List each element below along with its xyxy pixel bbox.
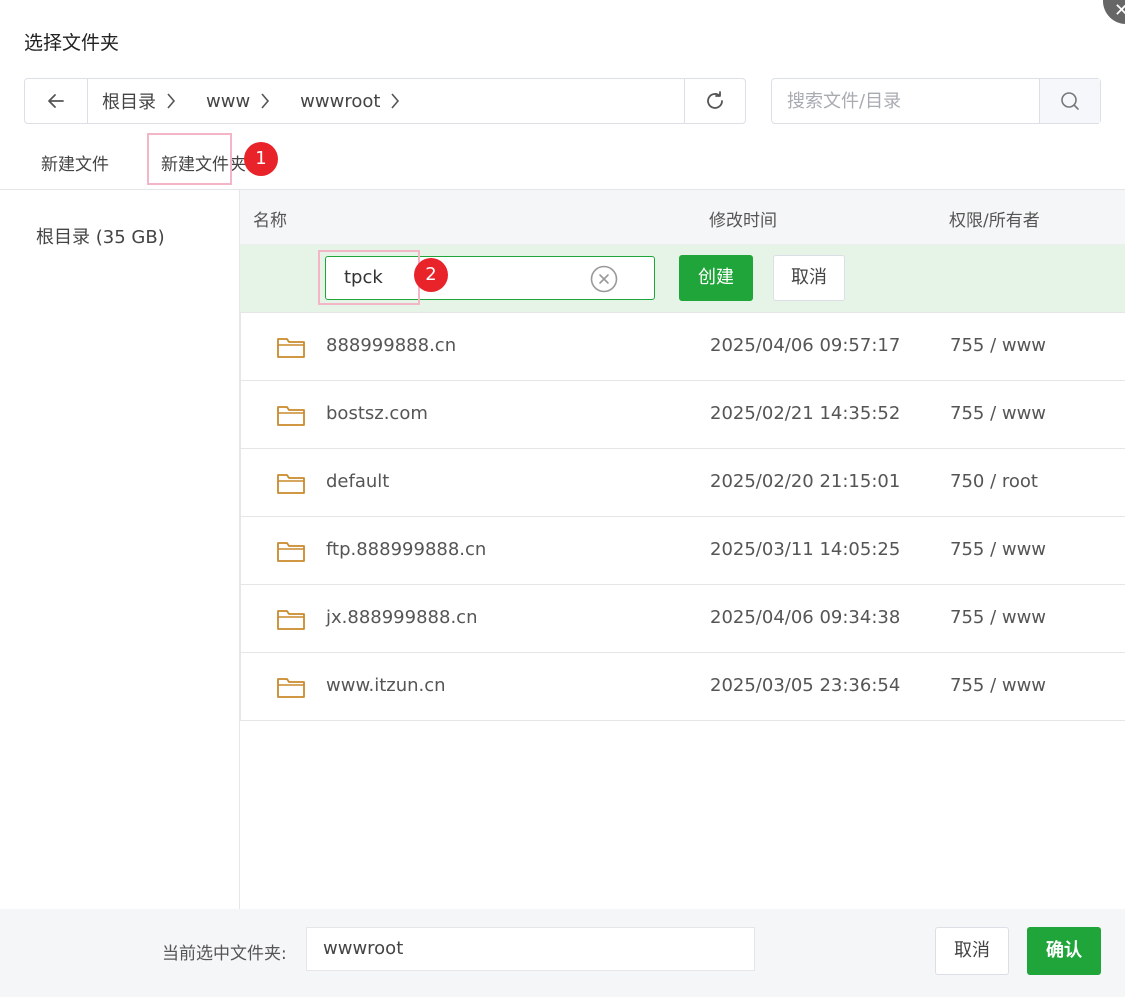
file-perm[interactable]: 755 / www <box>950 335 1046 356</box>
folder-icon <box>276 403 306 432</box>
breadcrumb-label: www <box>206 90 251 112</box>
cancel-button[interactable]: 取消 <box>935 927 1009 975</box>
table-row[interactable]: jx.888999888.cn 2025/04/06 09:34:38 755 / … <box>241 585 1125 653</box>
breadcrumb-label: 根目录 <box>102 92 156 113</box>
dialog-footer: 当前选中文件夹: wwwroot 取消 确认 <box>0 909 1125 997</box>
folder-icon <box>276 335 306 364</box>
path-bar: 根目录 www wwwroot <box>24 78 746 124</box>
selected-folder-label: 当前选中文件夹: <box>162 944 287 964</box>
breadcrumb-label: wwwroot <box>300 90 381 112</box>
selected-folder-field[interactable]: wwwroot <box>306 927 755 971</box>
file-name[interactable]: 888999888.cn <box>326 335 456 356</box>
highlight-box <box>318 250 420 305</box>
breadcrumb-item[interactable]: 根目录 <box>102 88 176 114</box>
select-folder-dialog: 选择文件夹 ✕ 根目录 www wwwroot 搜索文件/目录 新建文件 新建文… <box>0 0 1125 997</box>
table-row[interactable]: bostsz.com 2025/02/21 14:35:52 755 / www <box>241 381 1125 449</box>
dialog-title: 选择文件夹 <box>24 32 120 54</box>
file-mtime: 2025/04/06 09:34:38 <box>710 607 901 628</box>
breadcrumb-item[interactable]: wwwroot <box>300 91 400 112</box>
file-mtime: 2025/02/20 21:15:01 <box>710 471 901 492</box>
folder-icon <box>276 607 306 636</box>
refresh-button[interactable] <box>684 79 745 123</box>
clear-icon[interactable] <box>590 265 618 297</box>
folder-icon <box>276 675 306 704</box>
breadcrumb: 根目录 www wwwroot <box>88 79 684 123</box>
file-mtime: 2025/03/05 23:36:54 <box>710 675 901 696</box>
file-perm[interactable]: 750 / root <box>950 471 1038 492</box>
column-header-mtime[interactable]: 修改时间 <box>709 206 777 231</box>
close-icon: ✕ <box>1114 0 1125 21</box>
folder-icon <box>276 539 306 568</box>
close-button[interactable]: ✕ <box>1103 0 1125 24</box>
file-perm[interactable]: 755 / www <box>950 403 1046 424</box>
table-row[interactable]: default 2025/02/20 21:15:01 750 / root <box>241 449 1125 517</box>
file-mtime: 2025/03/11 14:05:25 <box>710 539 901 560</box>
arrow-left-icon <box>48 94 64 108</box>
sidebar-item-root[interactable]: 根目录 (35 GB) <box>36 223 165 249</box>
table-row[interactable]: www.itzun.cn 2025/03/05 23:36:54 755 / www <box>241 653 1125 721</box>
chevron-right-icon <box>260 92 270 110</box>
cancel-create-button[interactable]: 取消 <box>773 255 845 301</box>
chevron-right-icon <box>166 92 176 110</box>
sidebar: 根目录 (35 GB) <box>0 189 240 910</box>
step-badge: 2 <box>414 258 448 292</box>
chevron-right-icon <box>390 92 400 110</box>
file-perm[interactable]: 755 / www <box>950 539 1046 560</box>
highlight-box <box>147 133 232 185</box>
confirm-button[interactable]: 确认 <box>1027 927 1101 975</box>
search-input[interactable] <box>772 79 1039 123</box>
file-mtime: 2025/02/21 14:35:52 <box>710 403 901 424</box>
file-mtime: 2025/04/06 09:57:17 <box>710 335 901 356</box>
search-icon <box>1061 92 1079 110</box>
create-button[interactable]: 创建 <box>679 255 753 301</box>
file-name[interactable]: jx.888999888.cn <box>326 607 477 628</box>
column-header-name[interactable]: 名称 <box>253 206 287 231</box>
file-name[interactable]: default <box>326 471 389 492</box>
new-file-button[interactable]: 新建文件 <box>41 150 109 175</box>
table-row[interactable]: ftp.888999888.cn 2025/03/11 14:05:25 755 /… <box>241 517 1125 585</box>
table-body: 888999888.cn 2025/04/06 09:57:17 755 / www… <box>240 313 1125 721</box>
table-header: 名称 修改时间 权限/所有者 <box>240 190 1125 245</box>
folder-icon <box>276 471 306 500</box>
breadcrumb-item[interactable]: www <box>206 91 270 112</box>
table-row[interactable]: 888999888.cn 2025/04/06 09:57:17 755 / www <box>241 313 1125 381</box>
column-header-perm[interactable]: 权限/所有者 <box>949 206 1040 231</box>
back-button[interactable] <box>25 79 88 123</box>
file-name[interactable]: ftp.888999888.cn <box>326 539 486 560</box>
file-name[interactable]: bostsz.com <box>326 403 428 424</box>
file-name[interactable]: www.itzun.cn <box>326 675 446 696</box>
file-perm[interactable]: 755 / www <box>950 675 1046 696</box>
search-box <box>771 78 1101 124</box>
step-badge: 1 <box>244 142 278 176</box>
search-button[interactable] <box>1039 79 1100 123</box>
refresh-icon <box>707 91 723 109</box>
file-perm[interactable]: 755 / www <box>950 607 1046 628</box>
